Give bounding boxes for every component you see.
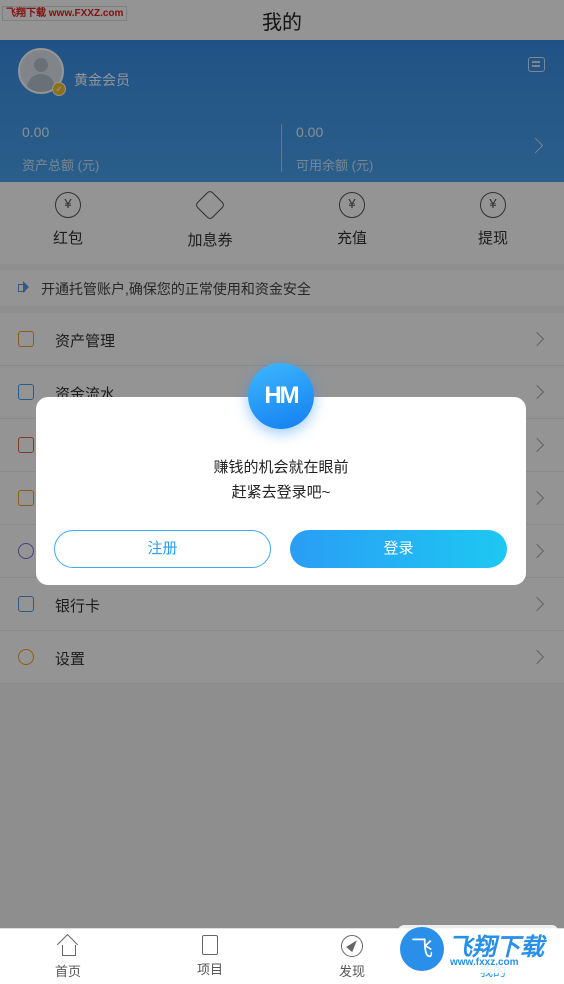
watermark-url: www.fxxz.com	[450, 957, 519, 968]
register-button[interactable]: 注册	[54, 530, 271, 568]
document-icon	[202, 935, 218, 955]
home-icon	[57, 935, 79, 957]
compass-icon	[341, 935, 363, 957]
app-logo: HM	[248, 363, 314, 429]
dialog-message-line1: 赚钱的机会就在眼前	[213, 459, 349, 476]
dialog-message-line2: 赶紧去登录吧~	[231, 484, 331, 501]
login-button[interactable]: 登录	[290, 530, 507, 568]
tab-discover[interactable]: 发现	[322, 935, 382, 980]
tab-projects[interactable]: 项目	[180, 935, 240, 978]
watermark-bottom: 飞 飞翔下载 www.fxxz.com	[398, 925, 558, 973]
tab-label: 项目	[196, 962, 223, 977]
tab-label: 首页	[54, 964, 81, 979]
tab-home[interactable]: 首页	[38, 935, 98, 980]
tab-label: 发现	[338, 964, 365, 979]
watermark-logo-icon: 飞	[400, 927, 444, 971]
